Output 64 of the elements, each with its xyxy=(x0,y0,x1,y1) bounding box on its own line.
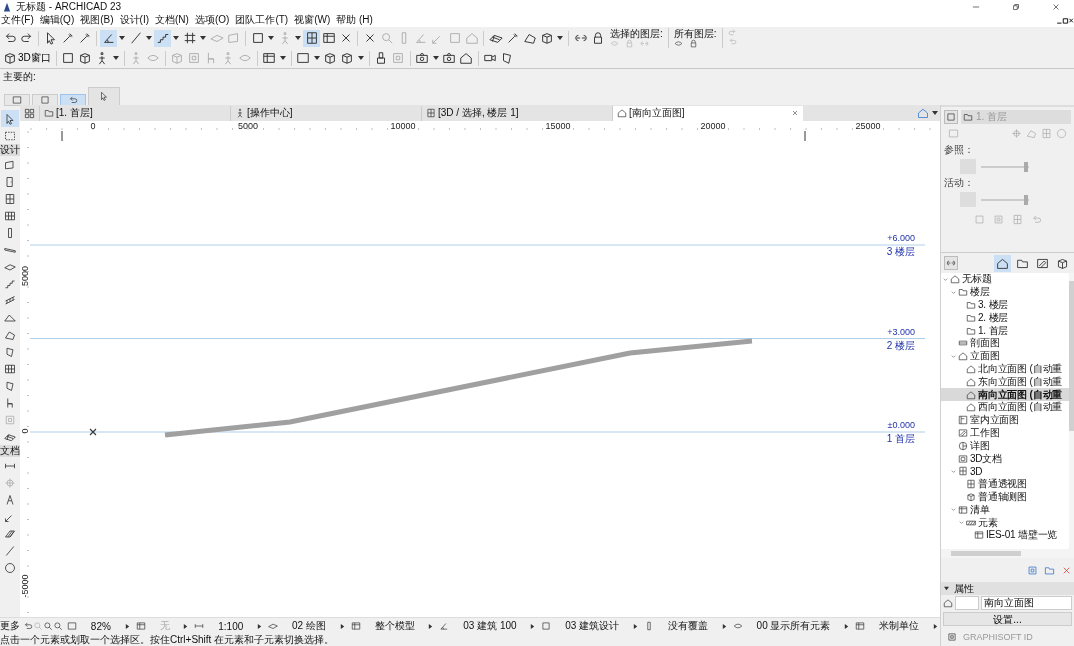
vertical-ruler: 5000 0 -5000 xyxy=(20,131,30,617)
level-elevation: ±0.000 xyxy=(887,420,915,430)
window-title: 无标题 - ARCHICAD 23 xyxy=(16,0,121,14)
tree-item[interactable]: 室内立面图 xyxy=(941,413,1069,427)
tree-item[interactable]: IES-01 墙壁一览 xyxy=(941,528,1069,542)
tree-item[interactable]: 1. 首层 xyxy=(941,324,1069,337)
level-elevation: +6.000 xyxy=(887,233,915,243)
tree-item[interactable]: 清单 xyxy=(941,503,1069,517)
selected-layers-label: 选择的图层: xyxy=(610,28,663,39)
status-dropdown[interactable]: 00 显示所有元素 xyxy=(728,619,852,633)
tree-item[interactable]: 3D xyxy=(941,464,1069,478)
toolbox-section-label: 设计 xyxy=(0,144,20,156)
reference-label: 参照： xyxy=(944,143,975,157)
status-dropdown[interactable]: 整个模型 xyxy=(346,619,436,633)
tree-item[interactable]: 北向立面图 (自动重 xyxy=(941,362,1069,376)
tree-item[interactable]: 楼层 xyxy=(941,285,1069,299)
toolbox-section-label: 文档 xyxy=(0,445,20,457)
status-dropdown[interactable]: 03 建筑 100 xyxy=(435,619,538,633)
more-label[interactable]: 更多 xyxy=(0,619,20,633)
tree-item[interactable]: 详图 xyxy=(941,439,1069,453)
properties-header[interactable]: 属性 xyxy=(941,582,1074,595)
level-name: 1 首层 xyxy=(886,433,915,444)
tree-item[interactable]: 东向立面图 (自动重 xyxy=(941,375,1069,389)
status-dropdown[interactable]: 1:100 xyxy=(190,620,265,632)
level-elevation: +3.000 xyxy=(887,326,915,337)
tree-item[interactable]: 立面图 xyxy=(941,349,1069,363)
status-dropdown[interactable]: 03 建筑设计 xyxy=(537,619,641,633)
menu-item[interactable]: 视窗(W) xyxy=(294,13,331,27)
tree-item[interactable]: 剖面图 xyxy=(941,337,1069,350)
tree-item[interactable]: 无标题 xyxy=(941,273,1069,286)
settings-button[interactable]: 设置... xyxy=(943,612,1072,626)
status-dropdown[interactable]: 82% xyxy=(63,620,132,632)
menu-item[interactable]: 视图(B) xyxy=(80,13,114,27)
horizontal-ruler: 0 5000 10000 15000 20000 25000 xyxy=(30,121,940,131)
active-label: 活动： xyxy=(944,176,975,190)
level-name: 2 楼层 xyxy=(886,339,915,351)
tree-item[interactable]: 2. 楼层 xyxy=(941,311,1069,325)
info-box-label: 主要的: xyxy=(2,70,37,84)
all-layers-label: 所有图层: xyxy=(673,28,717,39)
menu-item[interactable]: 设计(I) xyxy=(119,13,150,27)
tree-item[interactable]: 工作图 xyxy=(941,426,1069,440)
menu-item[interactable]: 选项(O) xyxy=(194,13,230,27)
tree-item[interactable]: 南向立面图 (自动重 xyxy=(941,388,1069,401)
menu-item[interactable]: 文件(F) xyxy=(1,13,34,27)
menu-item[interactable]: 帮助 (H) xyxy=(336,13,373,27)
status-dropdown[interactable]: 没有覆盖 xyxy=(640,619,729,633)
tree-item[interactable]: 3. 楼层 xyxy=(941,298,1069,312)
tree-item[interactable]: 3D文档 xyxy=(941,452,1069,465)
view-tab[interactable]: [操作中心] xyxy=(230,105,421,121)
status-dropdown[interactable]: 02 绘图 xyxy=(264,619,347,633)
name-field[interactable]: 南向立面图 xyxy=(981,596,1072,610)
tree-item[interactable]: 普通透视图 xyxy=(941,477,1069,491)
menu-item[interactable]: 团队工作(T) xyxy=(235,13,289,27)
status-message: 点击一个元素或划取一个选择区。按住Ctrl+Shift 在元素和子元素切换选择。 xyxy=(0,634,336,646)
level-name: 3 楼层 xyxy=(886,246,915,257)
menu-item[interactable]: 编辑(Q) xyxy=(39,13,75,27)
status-dropdown[interactable]: 米制单位 xyxy=(851,619,940,633)
view-tab[interactable]: [南向立面图] xyxy=(612,105,803,121)
menu-item[interactable]: 文档(N) xyxy=(155,13,189,27)
window-3d-button[interactable]: 3D窗口 xyxy=(1,49,53,67)
view-tab[interactable]: [1. 首层] xyxy=(39,105,230,121)
tree-item[interactable]: 元素 xyxy=(941,516,1069,529)
tree-item[interactable]: 普通轴测图 xyxy=(941,490,1069,504)
tree-item[interactable]: 西向立面图 (自动重 xyxy=(941,400,1069,414)
